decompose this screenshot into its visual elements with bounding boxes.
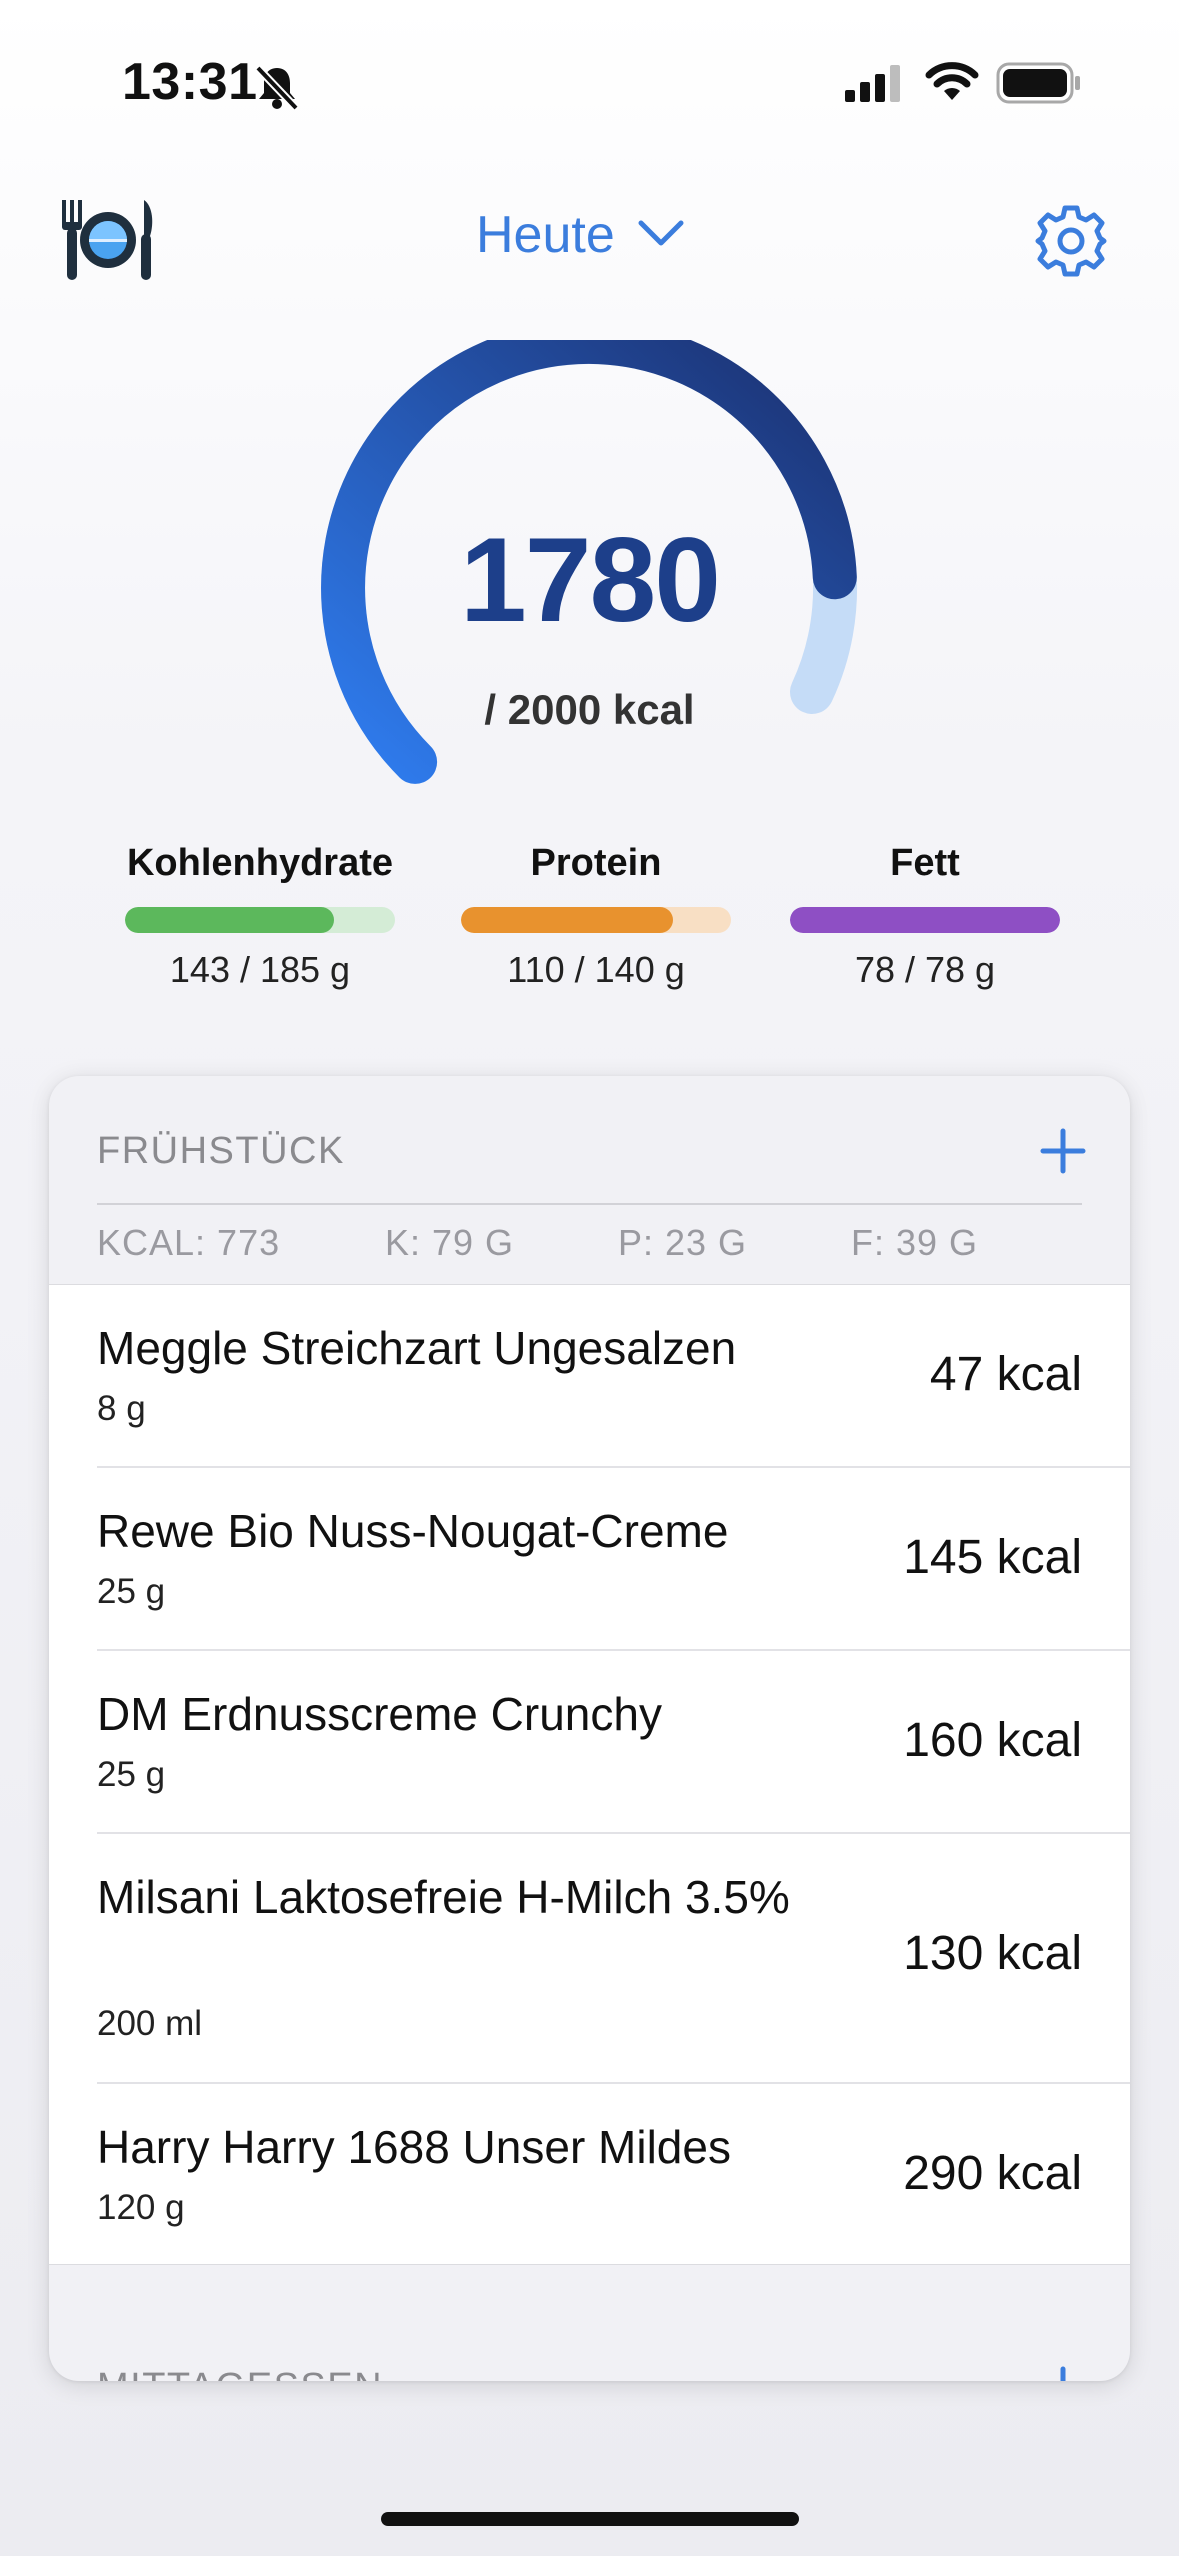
- macro-amount: 143 / 185 g: [169, 949, 351, 990]
- food-kcal: 290 kcal: [903, 2147, 1082, 2200]
- home-indicator[interactable]: [381, 2512, 799, 2526]
- plus-icon: [1040, 1128, 1086, 1178]
- lunch-header: MITTAGESSEN: [97, 2366, 383, 2381]
- macro-fat: Fett 78 / 78 g: [780, 842, 1070, 991]
- breakfast-protein-sum: P: 23 G: [618, 1222, 748, 1263]
- gear-icon: [1033, 205, 1109, 283]
- status-time: 13:31: [122, 53, 258, 111]
- macro-amount: 78 / 78 g: [854, 949, 996, 990]
- food-kcal: 160 kcal: [903, 1714, 1082, 1767]
- silent-bell-icon: [252, 62, 302, 117]
- breakfast-food-list: Meggle Streichzart Ungesalzen 8 g 47 kca…: [49, 1284, 1130, 2265]
- macro-title: Protein: [530, 842, 662, 884]
- breakfast-kcal-sum: KCAL: 773: [97, 1222, 281, 1263]
- food-quantity: 200 ml: [97, 2004, 203, 2043]
- date-label: Heute: [476, 206, 615, 264]
- food-name: Milsani Laktosefreie H-Milch 3.5%: [97, 1871, 790, 1923]
- food-quantity: 25 g: [97, 1755, 166, 1794]
- settings-button[interactable]: [1033, 203, 1109, 284]
- food-kcal: 145 kcal: [903, 1531, 1082, 1584]
- food-row[interactable]: Rewe Bio Nuss-Nougat-Creme 25 g 145 kcal: [97, 1468, 1130, 1651]
- macro-protein: Protein 110 / 140 g: [451, 842, 741, 991]
- food-name: Meggle Streichzart Ungesalzen: [97, 1322, 737, 1374]
- app-logo-plate-icon: [56, 198, 160, 289]
- food-name: DM Erdnusscreme Crunchy: [97, 1688, 662, 1740]
- food-name: Harry Harry 1688 Unser Mildes: [97, 2121, 731, 2173]
- battery-icon: [996, 62, 1082, 109]
- kcal-goal: / 2000 kcal: [484, 686, 695, 733]
- breakfast-carbs-sum: K: 79 G: [385, 1222, 515, 1263]
- macro-progress-bar: [461, 907, 731, 933]
- food-quantity: 120 g: [97, 2188, 185, 2227]
- breakfast-fat-sum: F: 39 G: [851, 1222, 979, 1263]
- macro-carbs: Kohlenhydrate 143 / 185 g: [115, 842, 405, 991]
- cellular-signal-icon: [845, 64, 905, 109]
- add-breakfast-button[interactable]: [1040, 1128, 1086, 1179]
- meal-card: FRÜHSTÜCK KCAL: 773 K: 79 G P: 23 G F: 3…: [49, 1076, 1130, 2381]
- macro-amount: 110 / 140 g: [507, 949, 685, 990]
- chevron-down-icon: [637, 218, 685, 253]
- food-name: Rewe Bio Nuss-Nougat-Creme: [97, 1505, 729, 1557]
- food-kcal: 130 kcal: [903, 1927, 1082, 1980]
- date-selector[interactable]: Heute: [476, 205, 685, 265]
- food-row[interactable]: Harry Harry 1688 Unser Mildes 120 g 290 …: [97, 2084, 1130, 2264]
- food-quantity: 25 g: [97, 1572, 166, 1611]
- add-lunch-button[interactable]: [1040, 2366, 1086, 2381]
- macro-title: Kohlenhydrate: [126, 842, 394, 884]
- breakfast-header: FRÜHSTÜCK: [97, 1130, 345, 1172]
- food-kcal: 47 kcal: [929, 1348, 1082, 1401]
- wifi-icon: [924, 60, 980, 109]
- macro-progress-bar: [125, 907, 395, 933]
- macro-progress-bar: [790, 907, 1060, 933]
- divider: [97, 1203, 1082, 1205]
- macro-title: Fett: [890, 842, 960, 884]
- food-row[interactable]: DM Erdnusscreme Crunchy 25 g 160 kcal: [97, 1651, 1130, 1834]
- consumed-kcal: 1780: [460, 513, 721, 647]
- food-quantity: 8 g: [97, 1389, 146, 1428]
- food-row[interactable]: Meggle Streichzart Ungesalzen 8 g 47 kca…: [97, 1285, 1130, 1468]
- food-row[interactable]: Milsani Laktosefreie H-Milch 3.5% 200 ml…: [97, 1834, 1130, 2084]
